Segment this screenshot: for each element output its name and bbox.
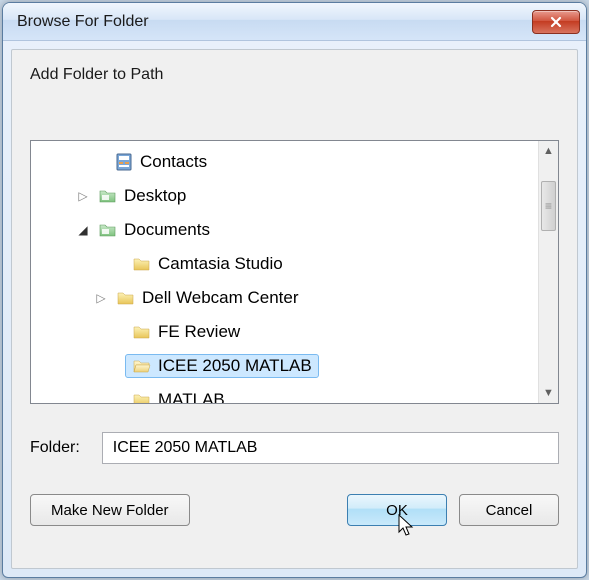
scroll-thumb[interactable] (541, 181, 556, 231)
scrollbar[interactable]: ▲ ▼ (538, 141, 558, 403)
button-group-right: OK Cancel (347, 494, 559, 526)
folder-icon (132, 390, 152, 403)
tree-item[interactable]: MATLAB (31, 383, 538, 403)
close-button[interactable] (532, 10, 580, 34)
button-row: Make New Folder OK Cancel (30, 494, 559, 526)
contacts-icon (114, 152, 134, 172)
tree-item-label: Documents (124, 220, 210, 240)
scroll-down-button[interactable]: ▼ (539, 383, 558, 403)
tree-item-label-wrap: Documents (91, 218, 217, 242)
tree-item-label-wrap: MATLAB (125, 388, 232, 403)
tree-item-label-wrap: Dell Webcam Center (109, 286, 306, 310)
folder-tree-container: Contacts ▷ Desktop ◢ Documents Camtasia Studi… (30, 140, 559, 404)
tree-item-label: Contacts (140, 152, 207, 172)
scroll-up-button[interactable]: ▲ (539, 141, 558, 161)
expander-collapsed-icon[interactable]: ▷ (93, 291, 109, 305)
close-icon (549, 15, 563, 29)
folder-sys-icon (98, 220, 118, 240)
tree-item-label-wrap: FE Review (125, 320, 247, 344)
tree-item-label: Camtasia Studio (158, 254, 283, 274)
tree-item-label: FE Review (158, 322, 240, 342)
folder-icon (132, 322, 152, 342)
cursor-icon (397, 514, 417, 544)
folder-icon (132, 254, 152, 274)
window-title: Browse For Folder (17, 13, 149, 31)
expander-expanded-icon[interactable]: ◢ (75, 223, 91, 237)
tree-item-label: Desktop (124, 186, 186, 206)
tree-item[interactable]: FE Review (31, 315, 538, 349)
folder-sys-icon (98, 186, 118, 206)
folder-input[interactable] (102, 432, 559, 464)
tree-item-label: MATLAB (158, 390, 225, 403)
folder-icon (116, 288, 136, 308)
instruction-text: Add Folder to Path (30, 66, 559, 84)
tree-item-label-wrap: Desktop (91, 184, 193, 208)
tree-item[interactable]: ◢ Documents (31, 213, 538, 247)
folder-tree[interactable]: Contacts ▷ Desktop ◢ Documents Camtasia Studi… (31, 141, 538, 403)
tree-item-label-wrap: ICEE 2050 MATLAB (125, 354, 319, 378)
expander-collapsed-icon[interactable]: ▷ (75, 189, 91, 203)
ok-button[interactable]: OK (347, 494, 447, 526)
cancel-button[interactable]: Cancel (459, 494, 559, 526)
tree-item[interactable]: ▷ Desktop (31, 179, 538, 213)
titlebar: Browse For Folder (3, 3, 586, 41)
dialog-content: Add Folder to Path Contacts ▷ Desktop ◢ Docu… (11, 49, 578, 569)
make-new-folder-button[interactable]: Make New Folder (30, 494, 190, 526)
tree-item[interactable]: ICEE 2050 MATLAB (31, 349, 538, 383)
folder-row: Folder: (30, 432, 559, 464)
tree-item-label: Dell Webcam Center (142, 288, 299, 308)
ok-button-label: OK (386, 502, 408, 519)
tree-item[interactable]: Camtasia Studio (31, 247, 538, 281)
tree-item-label-wrap: Camtasia Studio (125, 252, 290, 276)
tree-item-label-wrap: Contacts (107, 150, 214, 174)
folder-open-icon (132, 356, 152, 376)
browse-folder-dialog: Browse For Folder Add Folder to Path Con… (2, 2, 587, 578)
tree-item-label: ICEE 2050 MATLAB (158, 356, 312, 376)
tree-item[interactable]: ▷ Dell Webcam Center (31, 281, 538, 315)
folder-label: Folder: (30, 439, 80, 457)
tree-item[interactable]: Contacts (31, 145, 538, 179)
